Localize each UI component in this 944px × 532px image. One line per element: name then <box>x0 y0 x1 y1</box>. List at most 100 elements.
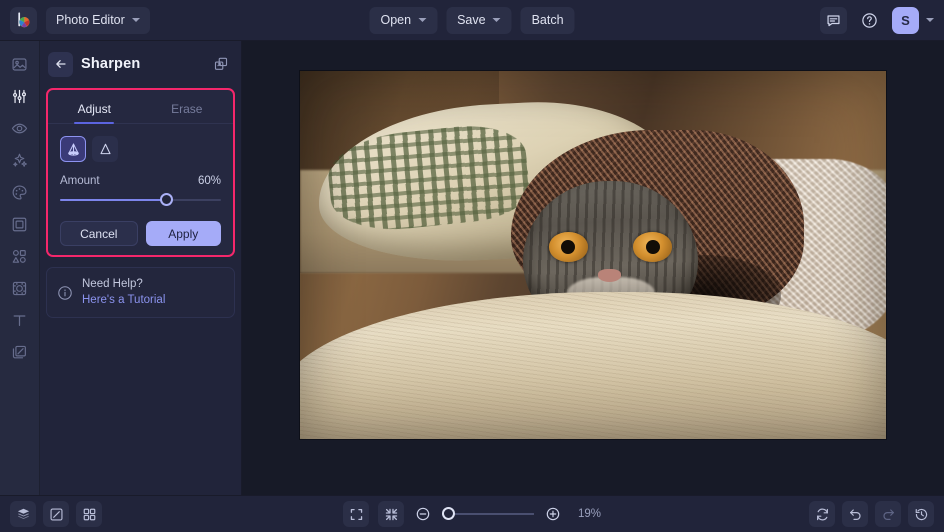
avatar-initial: S <box>901 12 910 28</box>
bottom-toolbar: 19% <box>0 495 944 532</box>
sidebar-item-image[interactable] <box>5 53 35 76</box>
top-toolbar: Photo Editor Open Save Batch S <box>0 0 944 41</box>
color-wheel-logo-icon <box>14 11 33 30</box>
open-button[interactable]: Open <box>369 6 438 34</box>
tutorial-line-1: Need Help? <box>82 278 143 290</box>
canvas-area[interactable] <box>242 41 944 495</box>
app-logo-button[interactable] <box>10 6 37 34</box>
redo-button[interactable] <box>875 501 901 527</box>
amount-slider-fill <box>60 199 167 201</box>
reset-button[interactable] <box>809 501 835 527</box>
sparkles-icon <box>11 152 28 169</box>
sidebar-item-adjust[interactable] <box>5 85 35 108</box>
duplicate-layers-icon <box>213 56 229 72</box>
sidebar-item-text[interactable] <box>5 309 35 332</box>
zoom-slider[interactable] <box>441 507 534 521</box>
account-chevron-down-icon[interactable] <box>926 18 934 22</box>
app-switcher-dropdown[interactable]: Photo Editor <box>46 6 150 34</box>
panel-tabs: Adjust Erase <box>48 94 233 124</box>
duplicate-layer-button[interactable] <box>209 52 233 76</box>
save-button-label: Save <box>457 13 486 27</box>
avatar[interactable]: S <box>892 6 919 34</box>
tutorial-link[interactable]: Here's a Tutorial <box>82 293 165 309</box>
bottom-left-group <box>10 501 102 527</box>
sidebar-item-crop[interactable] <box>5 277 35 300</box>
layers-panel-button[interactable] <box>10 501 36 527</box>
amount-slider[interactable] <box>48 187 233 207</box>
chat-bubble-icon <box>826 13 841 28</box>
sidebar-item-elements[interactable] <box>5 245 35 268</box>
fit-screen-button[interactable] <box>342 501 369 527</box>
redo-icon <box>881 507 896 522</box>
back-button[interactable] <box>48 51 73 77</box>
grid-view-button[interactable] <box>76 501 102 527</box>
help-button[interactable] <box>856 7 883 34</box>
tool-rail <box>0 41 40 495</box>
image-icon <box>11 56 28 73</box>
zoom-out-button[interactable] <box>413 501 433 527</box>
tutorial-card[interactable]: Need Help? Here's a Tutorial <box>46 267 235 319</box>
apply-button-label: Apply <box>168 226 199 241</box>
reset-icon <box>815 507 830 522</box>
arrow-left-icon <box>54 57 68 71</box>
chevron-down-icon <box>418 18 427 22</box>
batch-button[interactable]: Batch <box>520 6 575 34</box>
save-button[interactable]: Save <box>446 6 512 34</box>
batch-button-label: Batch <box>531 13 564 27</box>
amount-slider-thumb[interactable] <box>160 193 174 206</box>
zoom-slider-thumb[interactable] <box>441 507 455 521</box>
photo-editor-app: Photo Editor Open Save Batch S Sharpen A… <box>0 0 944 532</box>
amount-slider-label: Amount <box>60 175 100 187</box>
palette-icon <box>11 184 28 201</box>
chevron-down-icon <box>131 18 140 22</box>
eye-icon <box>11 120 28 137</box>
grid-icon <box>82 507 97 522</box>
sharpen-cone-filled-icon <box>66 142 81 157</box>
open-button-label: Open <box>380 13 412 27</box>
sharpen-cone-outline-icon <box>98 142 113 157</box>
chevron-down-icon <box>492 18 501 22</box>
feedback-button[interactable] <box>820 6 847 34</box>
app-switcher-label: Photo Editor <box>56 13 125 27</box>
shapes-icon <box>11 248 28 265</box>
history-icon <box>914 507 929 522</box>
cat-under-blanket-photo[interactable] <box>300 71 886 439</box>
zoom-controls: 19% <box>342 501 601 527</box>
zoom-in-button[interactable] <box>543 501 563 527</box>
sidebar-item-effects[interactable] <box>5 149 35 172</box>
sidebar-item-retouch[interactable] <box>5 117 35 140</box>
sharpen-tool-card: Adjust Erase Amount 60% Cancel Apply <box>46 88 235 257</box>
top-actions-group: Open Save Batch <box>369 6 575 34</box>
sidebar-item-colors[interactable] <box>5 181 35 204</box>
apply-button[interactable]: Apply <box>145 221 221 246</box>
undo-button[interactable] <box>842 501 868 527</box>
info-circle-icon <box>57 285 73 301</box>
history-button[interactable] <box>908 501 934 527</box>
sharpen-mode-group <box>48 124 233 162</box>
sidebar-item-frames[interactable] <box>5 213 35 236</box>
sharpen-mode-filled-button[interactable] <box>60 136 86 162</box>
panel-header: Sharpen <box>40 46 241 82</box>
sharpen-mode-outline-button[interactable] <box>92 136 118 162</box>
shrink-icon <box>383 507 398 522</box>
frame-icon <box>11 216 28 233</box>
crop-icon <box>11 280 28 297</box>
sidebar-item-layers[interactable] <box>5 341 35 364</box>
amount-slider-labels: Amount 60% <box>48 162 233 187</box>
bottom-right-group <box>809 501 934 527</box>
compare-split-icon <box>49 507 64 522</box>
tutorial-text: Need Help? Here's a Tutorial <box>82 277 165 308</box>
layers-icon <box>11 344 28 361</box>
action-button-row: Cancel Apply <box>48 207 233 246</box>
tab-adjust-label: Adjust <box>77 101 111 116</box>
tab-erase-label: Erase <box>171 101 203 116</box>
actual-size-button[interactable] <box>377 501 404 527</box>
tab-adjust[interactable]: Adjust <box>48 94 141 123</box>
cancel-button[interactable]: Cancel <box>60 221 138 246</box>
tab-erase[interactable]: Erase <box>141 94 234 123</box>
main-body: Sharpen Adjust Erase Amount 60% Cancel A… <box>0 41 944 495</box>
compare-button[interactable] <box>43 501 69 527</box>
text-icon <box>11 312 28 329</box>
amount-slider-value: 60% <box>197 175 221 187</box>
question-circle-icon <box>861 12 878 29</box>
